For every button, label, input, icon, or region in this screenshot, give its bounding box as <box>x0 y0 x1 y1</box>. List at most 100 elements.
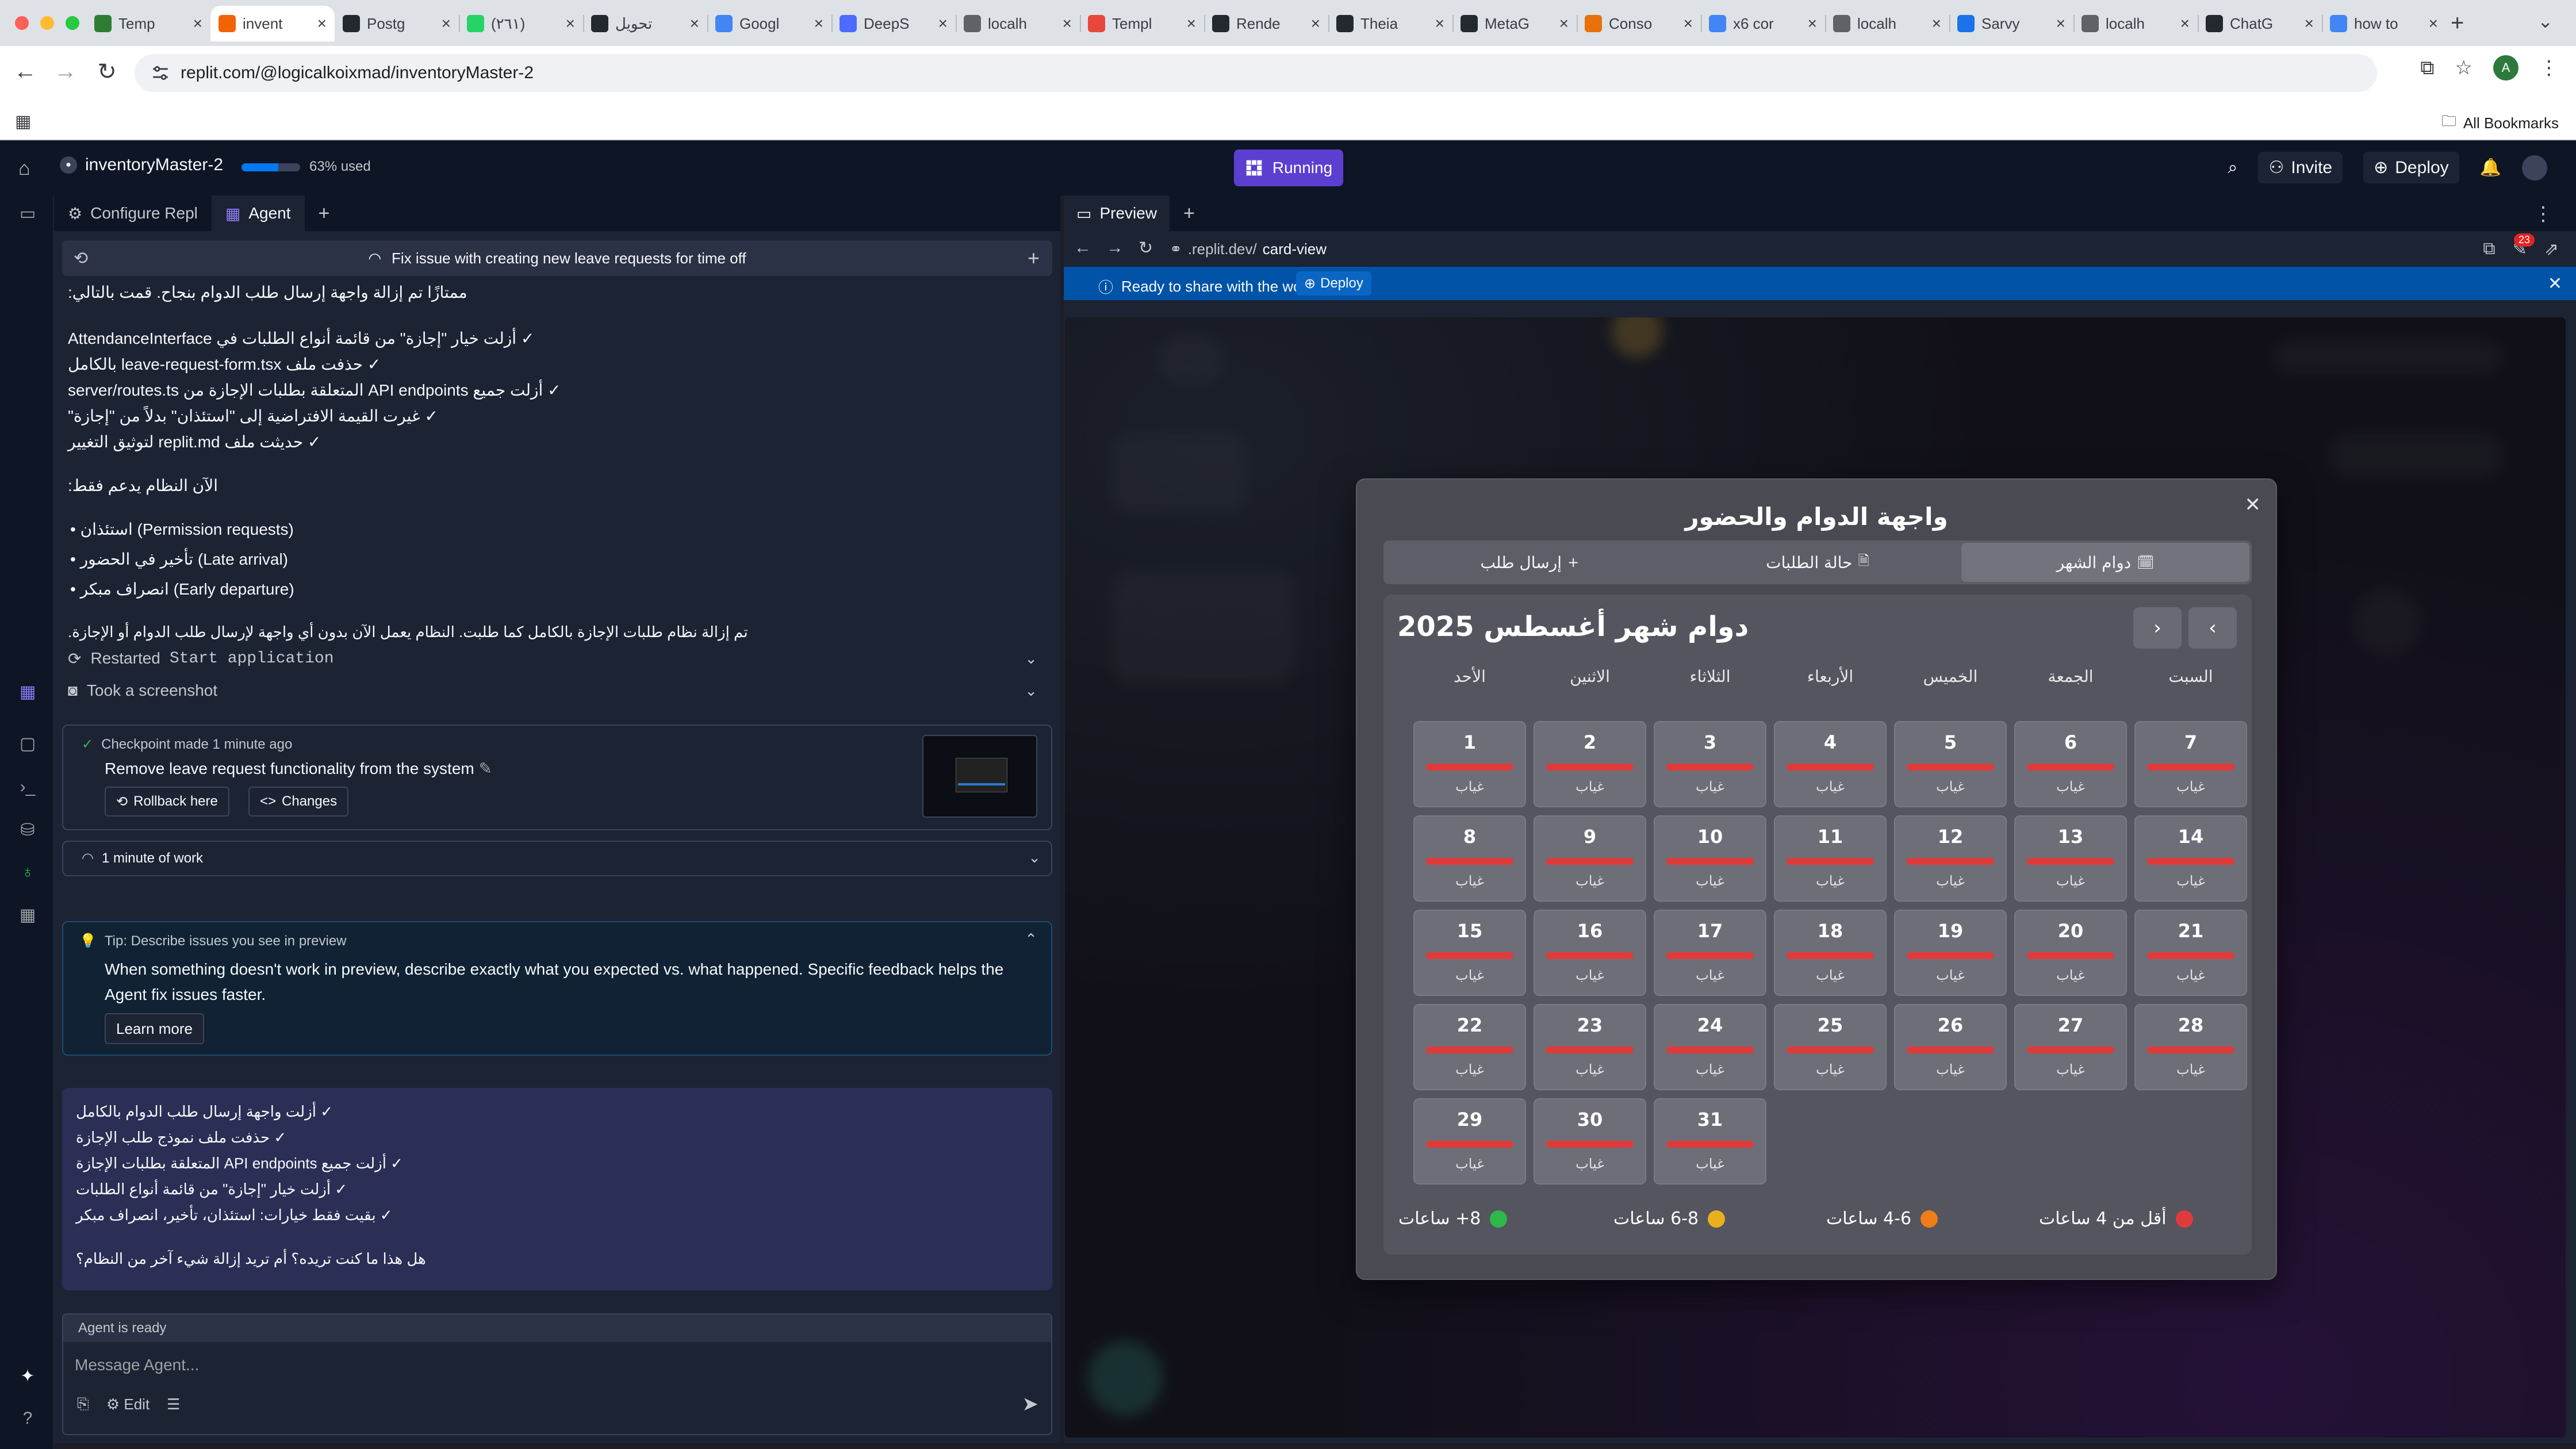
close-tab-icon[interactable]: × <box>1808 14 1817 33</box>
browser-tab[interactable]: Sarvy × <box>1949 6 2073 41</box>
calendar-day[interactable]: 7 غياب <box>2134 721 2247 807</box>
calendar-day[interactable]: 15 غياب <box>1413 910 1526 996</box>
close-tab-icon[interactable]: × <box>1311 14 1320 33</box>
chevron-down-icon[interactable]: ⌄ <box>1028 849 1041 867</box>
close-tab-icon[interactable]: × <box>2429 14 2438 33</box>
changes-button[interactable]: <> Changes <box>248 787 349 816</box>
close-tab-icon[interactable]: × <box>2180 14 2190 33</box>
close-tab-icon[interactable]: × <box>566 14 575 33</box>
calendar-day[interactable]: 9 غياب <box>1534 815 1646 902</box>
previous-month-button[interactable]: ‹ <box>2188 607 2237 649</box>
back-button[interactable]: ← <box>10 59 40 85</box>
tab-preview[interactable]: ▭ Preview <box>1064 195 1170 231</box>
rollback-button[interactable]: ⟲ Rollback here <box>105 787 229 816</box>
chevron-down-icon[interactable]: ⌄ <box>1025 650 1037 668</box>
browser-tab[interactable]: localh × <box>2073 6 2198 41</box>
calendar-day[interactable]: 5 غياب <box>1894 721 2007 807</box>
message-input[interactable] <box>75 1349 1029 1381</box>
preview-reload-button[interactable]: ↻ <box>1138 238 1153 258</box>
calendar-day[interactable]: 11 غياب <box>1774 815 1887 902</box>
add-tab-button[interactable]: + <box>305 202 344 225</box>
install-app-icon[interactable]: ⧉ <box>2420 57 2434 79</box>
close-tab-icon[interactable]: × <box>2056 14 2065 33</box>
calendar-day[interactable]: 18 غياب <box>1774 910 1887 996</box>
sliders-icon[interactable]: ☰ <box>167 1396 180 1413</box>
calendar-day[interactable]: 26 غياب <box>1894 1004 2007 1090</box>
modal-tab[interactable]: 🗓 دوام الشهر <box>1961 543 2249 582</box>
tab-search-icon[interactable]: ⌄ <box>2537 10 2553 32</box>
close-tab-icon[interactable]: × <box>442 14 451 33</box>
preview-icon[interactable]: ▢ <box>17 734 38 754</box>
calendar-day[interactable]: 4 غياب <box>1774 721 1887 807</box>
browser-menu-icon[interactable]: ⋮ <box>2539 56 2559 79</box>
calendar-day[interactable]: 16 غياب <box>1534 910 1646 996</box>
close-tab-icon[interactable]: × <box>1559 14 1569 33</box>
close-tab-icon[interactable]: × <box>1187 14 1196 33</box>
tab-agent[interactable]: ▦ Agent <box>211 195 305 231</box>
calendar-day[interactable]: 17 غياب <box>1654 910 1766 996</box>
calendar-day[interactable]: 19 غياب <box>1894 910 2007 996</box>
close-tab-icon[interactable]: × <box>690 14 699 33</box>
browser-tab[interactable]: MetaG × <box>1452 6 1577 41</box>
restarted-action-row[interactable]: ⟳ Restarted Start application ⌄ <box>68 644 1045 673</box>
close-tab-icon[interactable]: × <box>814 14 823 33</box>
deploy-button[interactable]: ⊕ Deploy <box>2363 152 2459 183</box>
checkpoint-screenshot-thumbnail[interactable] <box>922 735 1037 818</box>
calendar-day[interactable]: 14 غياب <box>2134 815 2247 902</box>
shell-icon[interactable]: ›_ <box>17 777 38 797</box>
calendar-day[interactable]: 28 غياب <box>2134 1004 2247 1090</box>
open-new-window-icon[interactable]: ⇗ <box>2544 239 2559 259</box>
add-preview-tab-button[interactable]: + <box>1170 202 1209 225</box>
more-options-icon[interactable]: ⋮ <box>2533 202 2553 225</box>
pencil-icon[interactable]: ✎ <box>479 760 492 777</box>
browser-tab[interactable]: how to × <box>2322 6 2446 41</box>
project-name-button[interactable]: ● inventoryMaster-2 <box>60 155 223 175</box>
preview-forward-button[interactable]: → <box>1106 238 1124 258</box>
calendar-day[interactable]: 2 غياب <box>1534 721 1646 807</box>
preview-back-button[interactable]: ← <box>1074 238 1091 258</box>
forward-button[interactable]: → <box>51 59 80 85</box>
close-tab-icon[interactable]: × <box>938 14 948 33</box>
new-tab-button[interactable]: + <box>2451 10 2464 36</box>
learn-more-button[interactable]: Learn more <box>105 1013 204 1044</box>
calendar-day[interactable]: 3 غياب <box>1654 721 1766 807</box>
maximize-window-button[interactable] <box>66 16 79 30</box>
bookmark-star-icon[interactable]: ☆ <box>2455 56 2472 79</box>
database-icon[interactable]: ⛁ <box>17 820 38 840</box>
chevron-down-icon[interactable]: ⌄ <box>1025 682 1037 700</box>
profile-avatar[interactable]: A <box>2493 55 2518 80</box>
close-tab-icon[interactable]: × <box>2305 14 2314 33</box>
files-icon[interactable]: ▭ <box>17 204 38 224</box>
close-tab-icon[interactable]: × <box>193 14 202 33</box>
close-banner-icon[interactable]: ✕ <box>2548 274 2562 294</box>
home-icon[interactable]: ⌂ <box>18 158 30 180</box>
close-tab-icon[interactable]: × <box>317 14 327 33</box>
next-month-button[interactable]: › <box>2133 607 2182 649</box>
address-bar[interactable]: replit.com/@logicalkoixmad/inventoryMast… <box>135 54 2377 92</box>
calendar-day[interactable]: 6 غياب <box>2014 721 2127 807</box>
browser-tab[interactable]: Conso × <box>1577 6 1701 41</box>
browser-tab[interactable]: Googl × <box>707 6 831 41</box>
browser-tab[interactable]: localh × <box>956 6 1080 41</box>
calendar-day[interactable]: 30 غياب <box>1534 1098 1646 1184</box>
paperclip-icon[interactable]: ⎘ <box>77 1395 89 1413</box>
help-icon[interactable]: ? <box>17 1409 38 1428</box>
close-tab-icon[interactable]: × <box>1932 14 1941 33</box>
devices-icon[interactable]: ⧉ <box>2483 239 2495 259</box>
calendar-day[interactable]: 10 غياب <box>1654 815 1766 902</box>
work-duration-row[interactable]: ◠ 1 minute of work ⌄ <box>62 841 1052 876</box>
close-tab-icon[interactable]: × <box>1063 14 1072 33</box>
calendar-day[interactable]: 13 غياب <box>2014 815 2127 902</box>
calendar-day[interactable]: 31 غياب <box>1654 1098 1766 1184</box>
browser-tab[interactable]: (٢٦١) × <box>459 6 583 41</box>
invite-button[interactable]: ⚇ Invite <box>2258 152 2343 183</box>
deployments-icon[interactable]: ♁ <box>17 862 38 882</box>
reload-button[interactable]: ↻ <box>92 59 122 85</box>
calendar-day[interactable]: 27 غياب <box>2014 1004 2127 1090</box>
calendar-day[interactable]: 8 غياب <box>1413 815 1526 902</box>
browser-tab[interactable]: Temp × <box>86 6 210 41</box>
modal-tab[interactable]: 🗎 حالة الطلبات <box>1674 543 1962 582</box>
all-bookmarks-button[interactable]: 🗀 All Bookmarks <box>2441 110 2559 136</box>
browser-tab[interactable]: تحويل × <box>583 6 707 41</box>
calendar-day[interactable]: 21 غياب <box>2134 910 2247 996</box>
